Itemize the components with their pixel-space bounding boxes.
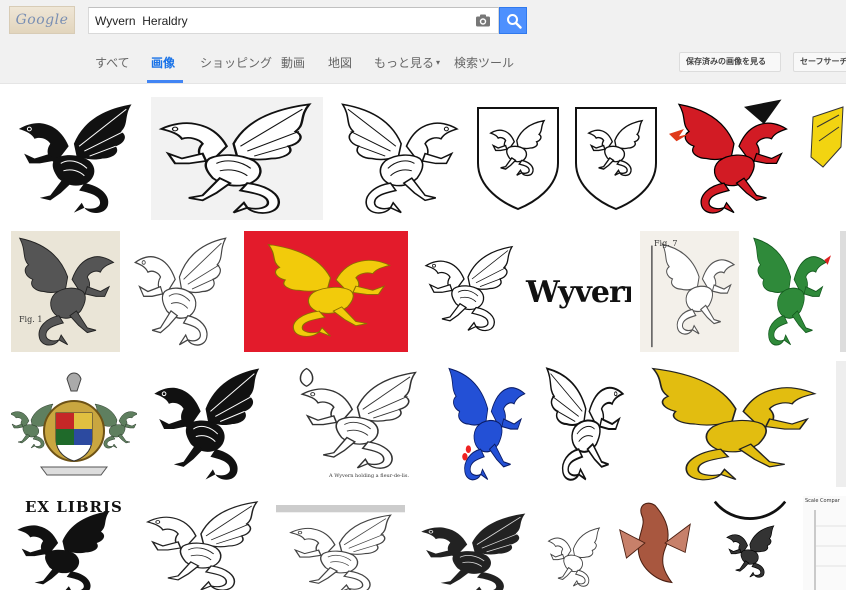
result-image-wyvern-fleur-de-lis[interactable]: A Wyvern holding a fleur-de-lis. [279,361,432,487]
result-image-wyvern-1[interactable] [11,97,142,220]
tab-videos[interactable]: 動画 [281,54,305,71]
wyvern-wordmark: Wyvern [526,275,631,310]
fig7-label: Fig. 7 [654,239,678,248]
result-image-wyvern-3[interactable] [332,97,465,220]
result-image-wyvern-word[interactable]: Wyvern [418,231,631,352]
search-button[interactable] [499,7,527,34]
fig1-label: Fig. 1 [19,315,43,324]
safesearch-button[interactable]: セーフサーチ [793,52,846,72]
result-image-green-wyvern[interactable] [747,231,831,352]
tab-all[interactable]: すべて [95,54,130,71]
result-image-wyvern-2[interactable] [151,97,323,220]
top-bar: Google [0,0,846,42]
tab-search-tools[interactable]: 検索ツール [454,54,514,71]
result-image-coat-of-arms[interactable] [11,361,137,487]
result-image-brown-wyvern[interactable] [613,496,697,590]
result-image-yellow-wyvern-partial[interactable] [803,97,846,220]
magnifier-icon [507,14,522,29]
active-tab-indicator [147,80,183,83]
result-image-gold-wyvern[interactable] [638,361,826,487]
tab-shopping[interactable]: ショッピング [200,54,272,71]
result-image-partial-edge-2[interactable] [836,361,846,487]
result-image-wyvern-6[interactable] [140,496,267,590]
result-image-scale-comparison[interactable]: Scale Compar [803,496,846,590]
result-image-shield-wyvern-1[interactable] [473,103,563,213]
tab-more[interactable]: もっと見る ▾ [374,54,440,71]
scale-comparison-title: Scale Compar [805,498,840,504]
result-image-wyvern-9[interactable] [545,524,604,590]
result-image-red-wyvern[interactable] [669,97,794,220]
ex-libris-text: EX LIBRIS [25,498,123,516]
search-box[interactable] [88,7,499,34]
result-image-wyvern-7[interactable] [276,505,405,590]
result-image-wyvern-4[interactable] [147,361,269,487]
tab-more-label: もっと見る [374,56,435,70]
result-image-fig7-wyvern[interactable]: Fig. 7 [640,231,739,352]
result-image-wyvern-pendant[interactable] [706,496,794,590]
result-image-shield-wyvern-2[interactable] [570,103,662,213]
dropdown-arrow-icon: ▾ [436,58,441,67]
result-image-wyvern-8[interactable] [414,508,535,590]
result-image-ex-libris[interactable]: EX LIBRIS [11,496,130,590]
result-image-gold-wyvern-red-flag[interactable] [244,231,408,352]
fleur-caption: A Wyvern holding a fleur-de-lis. [329,473,410,479]
result-image-wyvern-sketch[interactable] [129,231,234,352]
tab-maps[interactable]: 地図 [328,54,352,71]
result-image-partial-edge[interactable] [840,231,846,352]
result-image-fig1-dragon[interactable]: Fig. 1 [11,231,120,352]
result-image-wyvern-5[interactable] [540,361,628,487]
camera-icon[interactable] [476,14,490,27]
saved-images-button[interactable]: 保存済みの画像を見る [679,52,781,72]
google-doodle-logo[interactable]: Google [9,6,75,34]
search-nav: すべて 画像 ショッピング 動画 地図 もっと見る ▾ 検索ツール 保存済みの画像… [0,42,846,84]
result-image-blue-wyvern[interactable] [442,361,530,487]
tab-images[interactable]: 画像 [151,54,175,71]
search-input[interactable] [95,8,465,33]
